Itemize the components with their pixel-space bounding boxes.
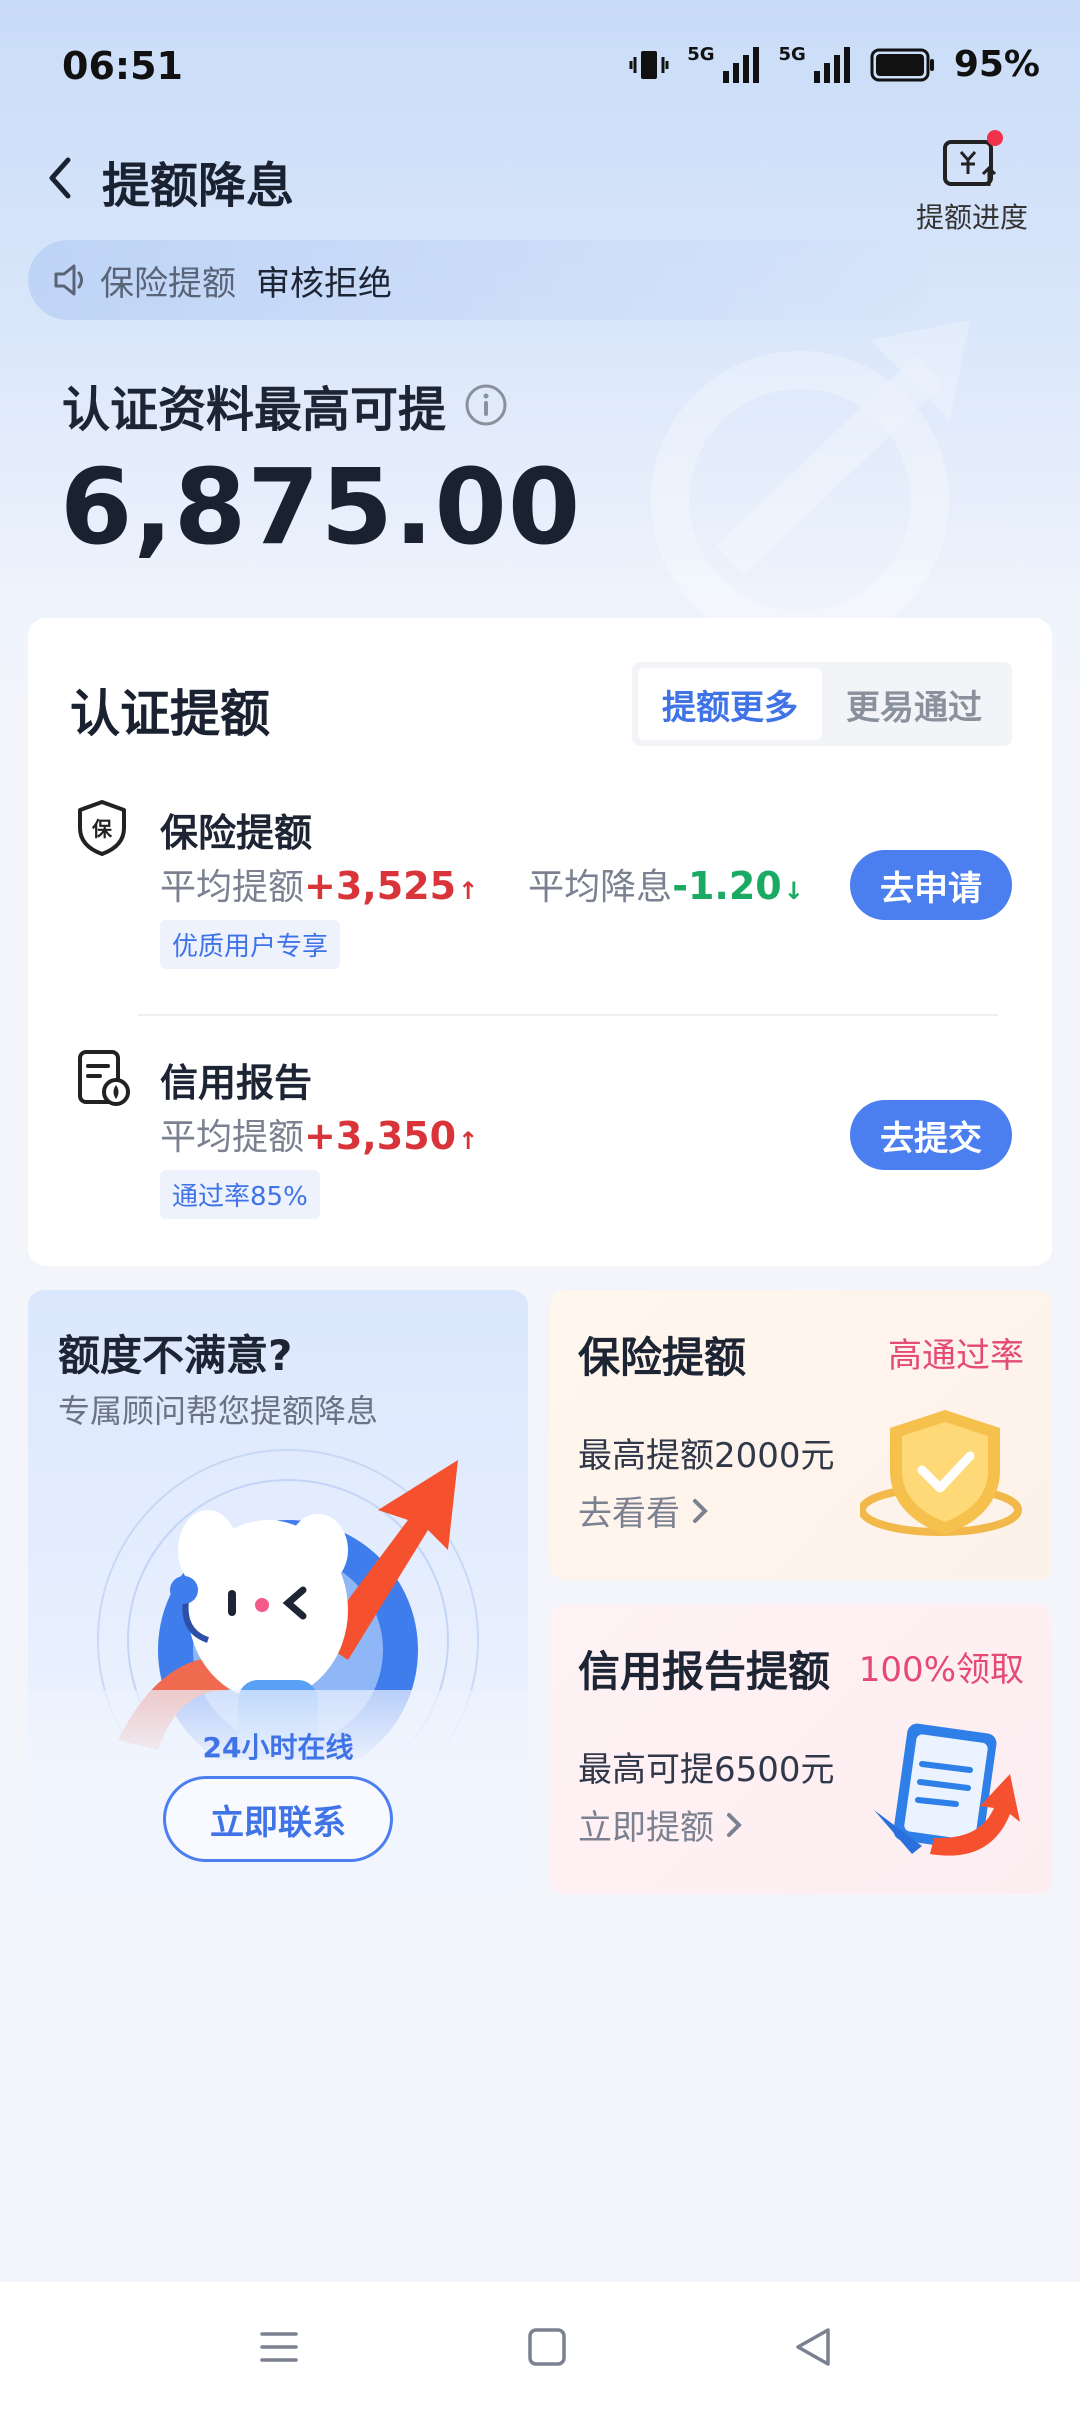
online-hours: 24小时在线 — [202, 1731, 354, 1764]
divider — [138, 1014, 998, 1016]
notice-label: 保险提额 — [100, 263, 236, 304]
credit-promo-badge: 100%领取 — [858, 1650, 1024, 1690]
signal-icon-1 — [722, 46, 759, 83]
menu-nav-icon[interactable] — [254, 2322, 304, 2372]
back-arrow-icon[interactable] — [40, 148, 80, 208]
contact-now-button[interactable]: 立即联系 — [163, 1776, 393, 1862]
advisor-tile[interactable]: 额度不满意? 专属顾问帮您提额降息 24小时在线 立即联系 — [28, 1290, 528, 1896]
advisor-title: 额度不满意? — [58, 1331, 293, 1380]
info-icon[interactable] — [464, 383, 508, 427]
status-icons: 5G 5G 95% — [629, 44, 1040, 85]
avg-limit-label-2: 平均提额 — [160, 1117, 305, 1158]
credit-promo-tile[interactable]: 信用报告提额 100%领取 最高可提6500元 立即提额 — [550, 1604, 1052, 1894]
battery-percent: 95% — [953, 44, 1040, 85]
wallet-progress-icon — [943, 130, 1003, 186]
credit-report-stats: 平均提额 +3,350 ↑ — [160, 1108, 478, 1160]
max-limit-amount: 6,875.00 — [60, 446, 582, 568]
clipboard-report-icon — [874, 1723, 1020, 1856]
status-bar: 06:51 5G 5G 95% — [0, 0, 1080, 130]
down-arrow-icon: ↓ — [783, 877, 804, 905]
segment-tabs: 提额更多 更易通过 — [632, 662, 1012, 746]
avg-limit-value-2: +3,350 — [304, 1114, 457, 1158]
avg-limit-value: +3,525 — [304, 864, 457, 908]
signal-5g-label-2: 5G — [778, 44, 806, 65]
insurance-tag: 优质用户专享 — [160, 920, 341, 969]
chevron-right-icon — [727, 1812, 742, 1837]
apply-button[interactable]: 去申请 — [850, 850, 1012, 920]
limit-progress-label: 提额进度 — [915, 201, 1028, 234]
status-time: 06:51 — [62, 44, 183, 88]
credit-promo-link-text: 立即提额 — [578, 1808, 714, 1848]
credit-promo-title: 信用报告提额 — [578, 1647, 831, 1696]
submit-button[interactable]: 去提交 — [850, 1100, 1012, 1170]
vibrate-icon — [629, 50, 669, 79]
insurance-promo-title: 保险提额 — [578, 1333, 747, 1382]
tab-easier-pass[interactable]: 更易通过 — [822, 668, 1006, 740]
insurance-promo-badge: 高通过率 — [888, 1336, 1024, 1376]
insurance-stats: 平均提额 +3,525 ↑ 平均降息 -1.20 ↓ — [160, 858, 804, 910]
signal-icon-2 — [813, 46, 850, 83]
credit-promo-desc: 最高可提6500元 — [578, 1750, 835, 1790]
certification-card: 认证提额 提额更多 更易通过 保 保险提额 平均提额 +3,525 ↑ 平均降息… — [28, 618, 1052, 1266]
home-nav-icon[interactable] — [522, 2322, 572, 2372]
up-arrow-icon: ↑ — [458, 1127, 479, 1155]
speaker-icon — [54, 264, 83, 296]
gold-shield-icon — [860, 1410, 1022, 1536]
signal-5g-label-1: 5G — [687, 44, 715, 65]
notice-status: 审核拒绝 — [256, 263, 392, 304]
notice-bar[interactable]: 保险提额 审核拒绝 — [28, 240, 928, 320]
limit-progress-button[interactable]: 提额进度 — [892, 128, 1052, 236]
credit-report-name: 信用报告 — [160, 1061, 313, 1105]
up-arrow-icon: ↑ — [458, 877, 479, 905]
credit-report-tag: 通过率85% — [160, 1170, 320, 1219]
page-title: 提额降息 — [102, 158, 295, 214]
system-nav-bar — [0, 2282, 1080, 2412]
svg-text:保: 保 — [91, 817, 113, 841]
insurance-promo-desc: 最高提额2000元 — [578, 1436, 835, 1476]
credit-promo-link[interactable]: 立即提额 — [578, 1800, 744, 1849]
avg-limit-label: 平均提额 — [160, 867, 305, 908]
tab-more-limit[interactable]: 提额更多 — [638, 668, 822, 740]
advisor-subtitle: 专属顾问帮您提额降息 — [58, 1392, 379, 1430]
insurance-promo-tile[interactable]: 保险提额 高通过率 最高提额2000元 去看看 — [550, 1290, 1052, 1580]
insurance-shield-icon: 保 — [78, 800, 126, 856]
back-nav-icon[interactable] — [788, 2322, 838, 2372]
insurance-promo-link-text: 去看看 — [578, 1494, 680, 1534]
credit-report-icon — [78, 1050, 130, 1106]
avg-rate-label: 平均降息 — [528, 867, 673, 908]
insurance-promo-link[interactable]: 去看看 — [578, 1486, 710, 1535]
chevron-right-icon — [693, 1498, 708, 1523]
max-limit-label-text: 认证资料最高可提 — [62, 382, 447, 438]
insurance-name: 保险提额 — [160, 811, 313, 855]
battery-icon — [870, 48, 934, 81]
avg-rate-value: -1.20 — [672, 864, 782, 908]
decorative-arrow-graphic — [651, 320, 970, 649]
max-limit-label: 认证资料最高可提 — [62, 370, 508, 440]
card-title: 认证提额 — [70, 685, 270, 743]
